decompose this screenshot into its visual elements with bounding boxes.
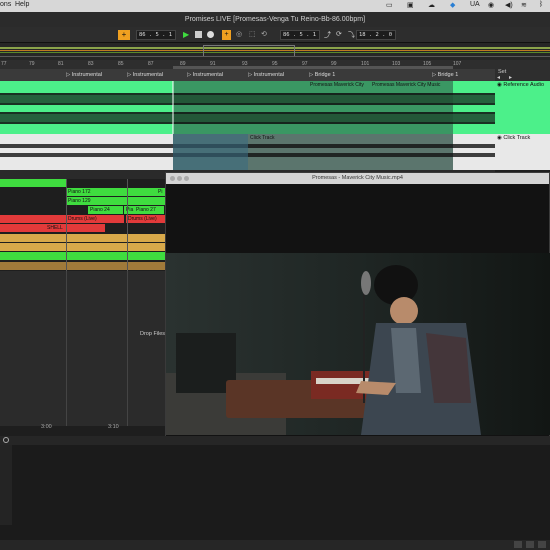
status-bar bbox=[0, 540, 550, 550]
midi-clip-green-2[interactable] bbox=[0, 252, 166, 260]
bar-81: 81 bbox=[58, 61, 64, 67]
input-source-label[interactable]: UA bbox=[470, 1, 480, 8]
stop-button[interactable] bbox=[195, 31, 202, 38]
midi-clip-brown[interactable] bbox=[0, 262, 166, 270]
beat-time-ruler[interactable]: 77 79 81 83 85 87 89 91 93 95 97 99 101 … bbox=[0, 60, 550, 69]
locator-instrumental-1[interactable]: ▷ Instrumental bbox=[66, 72, 102, 78]
click-track-lane[interactable]: Click Track bbox=[0, 134, 495, 170]
video-window-title[interactable]: Promesas - Maverick City Music.mp4 bbox=[166, 173, 549, 184]
vpn-icon[interactable]: ◆ bbox=[450, 1, 455, 9]
zoom-icon[interactable] bbox=[184, 176, 189, 181]
punch-in-icon[interactable]: ⤴ bbox=[324, 30, 331, 40]
midi-clip-piano-129[interactable]: Piano 129 bbox=[66, 197, 166, 205]
creative-cloud-icon[interactable]: ☁ bbox=[428, 1, 435, 9]
detail-view bbox=[0, 436, 550, 550]
play-icon[interactable]: ◉ bbox=[488, 1, 494, 9]
prev-locator-icon[interactable]: ◂ bbox=[497, 74, 500, 81]
midi-clip-tan-2[interactable] bbox=[0, 243, 166, 251]
bar-87: 87 bbox=[148, 61, 154, 67]
panel-toggle-2[interactable] bbox=[526, 541, 534, 548]
track-activator-icon[interactable]: ◉ bbox=[497, 82, 502, 88]
midi-clip-red-1[interactable] bbox=[0, 215, 66, 223]
reference-clip-2[interactable]: Promesas Maverick City Music bbox=[372, 82, 440, 88]
click-clip[interactable]: Click Track bbox=[250, 135, 274, 141]
minimize-icon[interactable] bbox=[177, 176, 182, 181]
midi-clip-piano-27[interactable]: Piano 27 bbox=[134, 206, 164, 214]
drop-area[interactable] bbox=[0, 271, 166, 426]
midi-clip-drums-live-1[interactable]: Drums (Live) bbox=[66, 215, 124, 223]
loop-switch-icon[interactable]: ⟳ bbox=[336, 30, 342, 38]
clip-activator-icon[interactable] bbox=[3, 437, 9, 443]
midi-clip-drums-live-2[interactable]: Drums (Live) bbox=[126, 215, 166, 223]
set-panel: Set ◂ ▸ bbox=[495, 69, 550, 81]
click-track-name: Click Track bbox=[503, 135, 531, 141]
loop-length-display[interactable]: 18 . 2 . 0 bbox=[356, 30, 396, 40]
follow-button[interactable]: + bbox=[118, 30, 130, 40]
bar-83: 83 bbox=[88, 61, 94, 67]
locator-instrumental-3[interactable]: ▷ Instrumental bbox=[187, 72, 223, 78]
play-button[interactable]: ▶ bbox=[183, 30, 189, 39]
grid-line bbox=[66, 271, 67, 426]
reference-track-name: Reference Audio bbox=[503, 82, 545, 88]
reference-waveform bbox=[0, 81, 495, 134]
punch-out-icon[interactable]: ⤵ bbox=[348, 30, 355, 40]
detail-header bbox=[0, 436, 550, 445]
video-frame[interactable] bbox=[166, 253, 550, 435]
reference-clip-1[interactable]: Promesas Maverick City bbox=[310, 82, 364, 88]
close-icon[interactable] bbox=[170, 176, 175, 181]
panel-toggle-3[interactable] bbox=[538, 541, 546, 548]
menu-help[interactable]: Help bbox=[15, 1, 29, 8]
locator-bridge-1[interactable]: ▷ Bridge 1 bbox=[309, 72, 335, 78]
locator-instrumental-2[interactable]: ▷ Instrumental bbox=[127, 72, 163, 78]
reference-audio-lane[interactable]: Promesas Maverick City Promesas Maverick… bbox=[0, 81, 495, 134]
midi-clip-green[interactable] bbox=[0, 179, 66, 187]
automation-arm-icon[interactable]: ◎ bbox=[236, 30, 242, 38]
midi-clip-pia[interactable]: Pia bbox=[124, 206, 134, 214]
arrangement-overview[interactable] bbox=[0, 43, 550, 60]
transport-bar: + 86 . 5 . 1 ▶ + ◎ ⬚ ⟲ 86 . 5 . 1 ⤴ ⟳ ⤵ … bbox=[0, 27, 550, 43]
midi-clip-red-2[interactable] bbox=[0, 224, 45, 232]
midi-clip-shell[interactable]: SHELL bbox=[45, 224, 105, 232]
track-activator-icon[interactable]: ◉ bbox=[497, 135, 502, 141]
record-button[interactable] bbox=[207, 31, 214, 38]
click-track-header[interactable]: ◉ Click Track bbox=[495, 134, 550, 170]
menu-view[interactable]: ons bbox=[0, 1, 11, 8]
bar-79: 79 bbox=[29, 61, 35, 67]
panel-toggle-1[interactable] bbox=[514, 541, 522, 548]
locator-lane: ▷ Instrumental ▷ Instrumental ▷ Instrume… bbox=[0, 69, 495, 81]
overdub-button[interactable]: + bbox=[222, 30, 231, 40]
airplay-icon[interactable]: ▭ bbox=[386, 1, 393, 9]
song-position-display[interactable]: 86 . 5 . 1 bbox=[136, 30, 176, 40]
drop-files-label: Drop Files bbox=[140, 331, 166, 337]
volume-icon[interactable]: ◀) bbox=[505, 1, 513, 9]
locator-bridge-1b[interactable]: ▷ Bridge 1 bbox=[432, 72, 458, 78]
grid-line bbox=[127, 271, 128, 426]
reference-track-header[interactable]: ◉ Reference Audio bbox=[495, 81, 550, 134]
next-locator-icon[interactable]: ▸ bbox=[509, 74, 512, 81]
loop-icon[interactable]: ⟲ bbox=[261, 30, 267, 38]
macos-menu-bar: ons Help ▭ ▣ ☁ ◆ UA ◉ ◀) ≋ ᛒ bbox=[0, 0, 550, 12]
video-title-text: Promesas - Maverick City Music.mp4 bbox=[312, 175, 403, 181]
midi-clip-piano-172[interactable]: Piano 172 bbox=[66, 188, 166, 196]
bar-107: 107 bbox=[453, 61, 462, 67]
overview-divider bbox=[0, 56, 550, 57]
wifi-icon[interactable]: ≋ bbox=[521, 1, 527, 9]
bluetooth-icon[interactable]: ᛒ bbox=[539, 1, 543, 8]
midi-clip-piano-24[interactable]: Piano 24 bbox=[88, 206, 123, 214]
bar-85: 85 bbox=[118, 61, 124, 67]
session-record-icon[interactable]: ⬚ bbox=[249, 30, 256, 38]
window-title: Promises LIVE [Promesas-Venga Tu Reino-B… bbox=[0, 12, 550, 27]
display-icon[interactable]: ▣ bbox=[407, 1, 414, 9]
locator-instrumental-4[interactable]: ▷ Instrumental bbox=[248, 72, 284, 78]
bar-77: 77 bbox=[1, 61, 7, 67]
midi-clip-tan-1[interactable] bbox=[0, 234, 166, 242]
time-marker-3-10: 3:10 bbox=[108, 424, 119, 430]
loop-start-display[interactable]: 86 . 5 . 1 bbox=[280, 30, 320, 40]
time-marker-3-00: 3:00 bbox=[41, 424, 52, 430]
click-waveform bbox=[0, 134, 495, 170]
detail-side-strip bbox=[0, 445, 12, 525]
